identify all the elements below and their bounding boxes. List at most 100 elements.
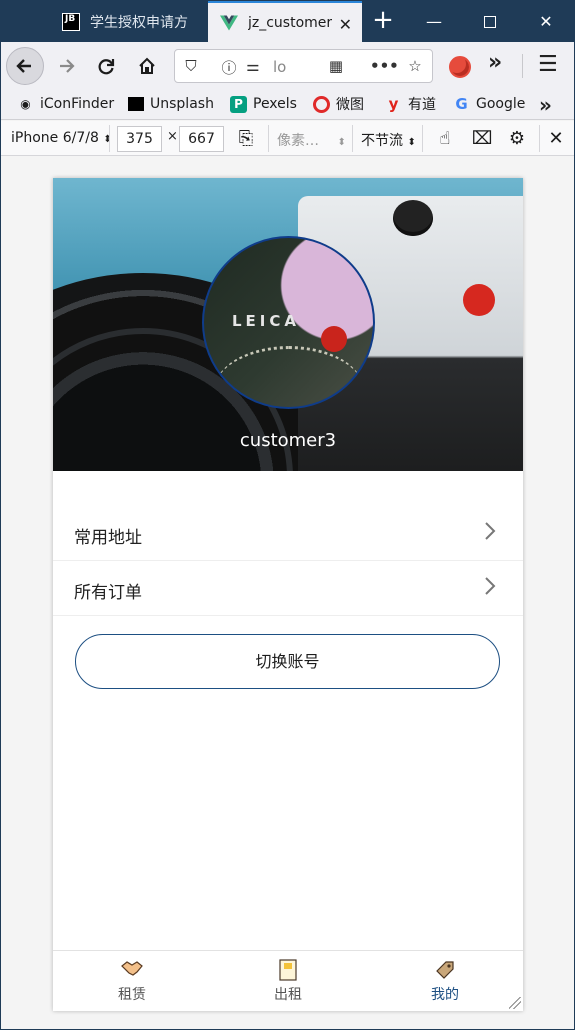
avatar-lens-ring [214,346,364,409]
menu-item-addresses[interactable]: 常用地址 [53,506,523,561]
settings-gear-icon[interactable]: ⚙ [505,127,529,151]
home-icon [137,56,157,76]
chevron-right-icon [483,520,497,548]
bookmark-label: 有道 [408,94,436,114]
iconfinder-icon: ◉ [17,96,34,113]
select-arrows-icon: ⬍ [407,137,415,148]
profile-banner: 50.7 LEICA customer3 [53,178,523,471]
bookmark-weitu[interactable]: 微图 [313,94,364,114]
chevron-right-icon [483,575,497,603]
bookmark-label: Pexels [253,96,297,112]
google-icon: G [453,96,470,113]
toolbar-divider [522,54,523,78]
minimize-button[interactable]: — [406,1,462,42]
bookmark-pexels[interactable]: P Pexels [230,94,297,114]
throttle-label: 不节流 [361,133,403,149]
toolbar-divider [539,125,540,152]
reload-button[interactable] [87,47,125,85]
banner-camera-knob [393,200,433,236]
tag-icon [434,959,456,981]
back-arrow-icon [15,56,35,76]
shield-icon[interactable]: ⛉ [181,57,201,77]
tab-lease-out[interactable]: 出租 [248,959,328,1004]
resize-handle-icon[interactable] [509,997,521,1009]
more-actions-icon[interactable]: ••• [370,57,390,77]
weitu-icon [313,96,330,113]
maximize-button[interactable] [462,1,518,42]
bookmark-youdao[interactable]: y 有道 [385,94,436,114]
bookmark-unsplash[interactable]: Unsplash [128,94,214,114]
url-text[interactable]: lo [273,58,286,76]
menu-item-label: 常用地址 [74,523,142,548]
select-arrows-icon: ⬍ [337,137,345,148]
viewport-height-input[interactable]: 667 [179,126,224,152]
device-selector[interactable]: iPhone 6/7/8 ⬍ [11,130,112,146]
tab-label: 租赁 [92,984,172,1004]
document-icon [277,959,299,981]
forward-arrow-icon [56,56,76,76]
close-window-button[interactable]: ✕ [518,1,574,42]
tab-student-auth[interactable]: JB 学生授权申请方 [50,1,208,42]
screenshot-camera-icon[interactable]: ⌧ [470,127,494,151]
select-arrows-icon: ⬍ [103,134,111,145]
close-rdm-icon[interactable]: ✕ [544,127,568,151]
viewport-width-input[interactable]: 375 [117,126,162,152]
bookmark-label: 微图 [336,94,364,114]
info-icon[interactable]: ⓘ [219,57,239,77]
bookmark-iconfinder[interactable]: ◉ iConFinder [17,94,114,114]
avatar-red-dot [321,326,347,352]
nav-toolbar: ⛉ ⓘ ⚌ lo ▦ ••• ☆ » ☰ [1,42,574,89]
toolbar-divider [352,125,353,152]
tab-label: 我的 [405,984,485,1004]
close-tab-icon[interactable]: ✕ [339,15,352,34]
toolbar-divider [422,125,423,152]
forward-button[interactable] [47,47,85,85]
device-name: iPhone 6/7/8 [11,130,99,146]
avatar-camera-brand: LEICA [232,312,300,330]
dpr-placeholder: 像素… [277,133,319,149]
menu-item-orders[interactable]: 所有订单 [53,561,523,616]
bookmarks-toolbar: ◉ iConFinder Unsplash P Pexels 微图 y 有道 G… [1,89,574,120]
hamburger-menu-icon[interactable]: ☰ [538,52,558,77]
vue-icon [220,14,238,32]
pexels-icon: P [230,96,247,113]
reload-icon [96,56,116,76]
back-button[interactable] [6,47,44,85]
jb-icon: JB [62,13,80,31]
menu-item-label: 所有订单 [74,578,142,603]
camera-brand-logo [463,284,495,316]
tab-mine[interactable]: 我的 [405,959,485,1004]
bookmarks-overflow-icon[interactable]: » [539,93,552,117]
rotate-viewport-icon[interactable]: ⎘ [234,127,258,151]
youdao-icon: y [385,96,402,113]
new-tab-button[interactable]: + [369,7,397,35]
maximize-icon [484,16,496,28]
permissions-icon[interactable]: ⚌ [243,57,263,77]
overflow-chevron-icon[interactable]: » [488,50,510,72]
toolbar-divider [109,125,110,152]
touch-simulation-icon[interactable]: ☝ [433,127,457,151]
profile-menu: 常用地址 所有订单 [53,506,523,616]
url-bar[interactable]: ⛉ ⓘ ⚌ lo ▦ ••• ☆ [174,49,433,83]
toolbar-divider [268,125,269,152]
home-button[interactable] [128,47,166,85]
user-avatar[interactable]: LEICA [202,236,375,409]
bottom-tab-bar: 租赁 出租 我的 [53,950,523,1011]
tab-label: 出租 [248,984,328,1004]
handshake-icon [121,959,143,981]
username: customer3 [53,430,523,451]
bookmark-google[interactable]: G Google [453,94,525,114]
dpr-selector[interactable]: 像素… ⬍ [277,130,346,150]
qr-code-icon[interactable]: ▦ [326,57,346,77]
switch-account-button[interactable]: 切换账号 [75,634,500,689]
unsplash-icon [128,97,144,111]
bookmark-label: iConFinder [40,96,114,112]
tab-jz-customer[interactable]: jz_customer ✕ [208,1,362,42]
throttle-selector[interactable]: 不节流 ⬍ [361,130,416,150]
tab-title: 学生授权申请方 [90,12,188,32]
extension-icon[interactable] [449,56,471,78]
bookmark-label: Google [476,96,525,112]
tab-rent[interactable]: 租赁 [92,959,172,1004]
browser-window: JB 学生授权申请方 jz_customer ✕ + — ✕ [1,1,574,1029]
bookmark-star-icon[interactable]: ☆ [405,57,425,77]
